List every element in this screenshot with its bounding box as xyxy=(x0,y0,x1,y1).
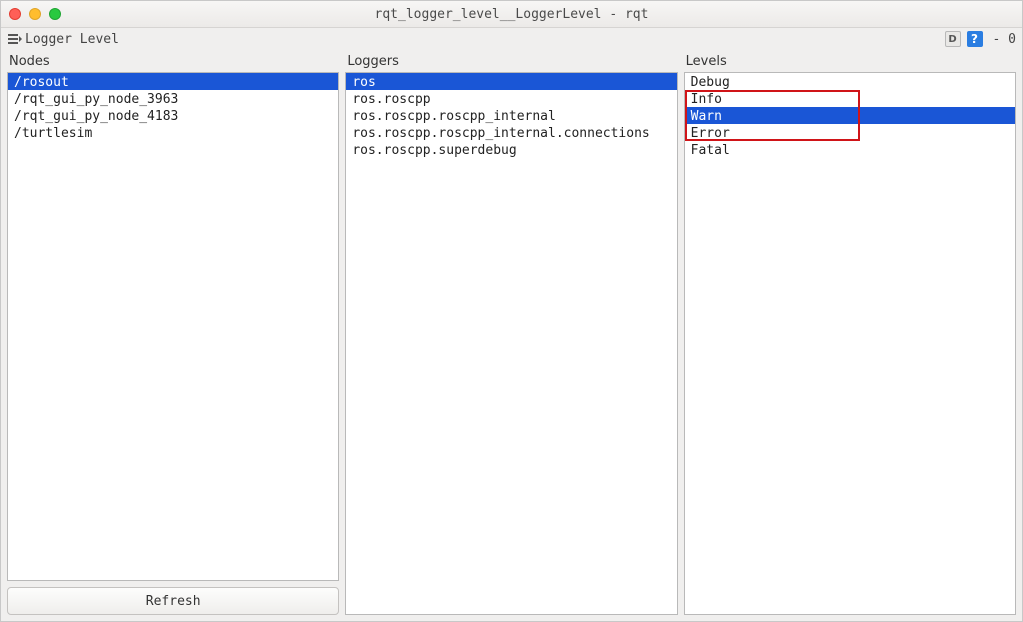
panel-levels: Levels DebugInfoWarnErrorFatal xyxy=(684,54,1016,615)
levels-list[interactable]: DebugInfoWarnErrorFatal xyxy=(685,73,1015,614)
nodes-listwrap: /rosout/rqt_gui_py_node_3963/rqt_gui_py_… xyxy=(7,72,339,581)
loggers-header: Loggers xyxy=(345,54,677,72)
nodes-header: Nodes xyxy=(7,54,339,72)
list-item[interactable]: ros.roscpp xyxy=(346,90,676,107)
list-item[interactable]: /rosout xyxy=(8,73,338,90)
toolbar-label: Logger Level xyxy=(25,32,119,47)
d-badge[interactable]: D xyxy=(945,31,961,47)
list-item[interactable]: ros.roscpp.superdebug xyxy=(346,141,676,158)
list-item[interactable]: Error xyxy=(685,124,1015,141)
list-item[interactable]: /turtlesim xyxy=(8,124,338,141)
panel-loggers: Loggers rosros.roscppros.roscpp.roscpp_i… xyxy=(345,54,677,615)
toolbar-right-text: - 0 xyxy=(989,32,1016,47)
close-icon[interactable] xyxy=(9,8,21,20)
levels-header: Levels xyxy=(684,54,1016,72)
traffic-lights xyxy=(9,8,61,20)
zoom-icon[interactable] xyxy=(49,8,61,20)
help-icon[interactable]: ? xyxy=(967,31,983,47)
list-item[interactable]: Warn xyxy=(685,107,1015,124)
window: rqt_logger_level__LoggerLevel - rqt Logg… xyxy=(0,0,1023,622)
refresh-button[interactable]: Refresh xyxy=(7,587,339,615)
minimize-icon[interactable] xyxy=(29,8,41,20)
list-item[interactable]: Fatal xyxy=(685,141,1015,158)
toolbar: Logger Level D ? - 0 xyxy=(1,28,1022,50)
levels-listwrap: DebugInfoWarnErrorFatal xyxy=(684,72,1016,615)
content: Nodes /rosout/rqt_gui_py_node_3963/rqt_g… xyxy=(1,50,1022,621)
list-item[interactable]: /rqt_gui_py_node_3963 xyxy=(8,90,338,107)
panel-nodes: Nodes /rosout/rqt_gui_py_node_3963/rqt_g… xyxy=(7,54,339,615)
list-item[interactable]: Info xyxy=(685,90,1015,107)
titlebar: rqt_logger_level__LoggerLevel - rqt xyxy=(1,1,1022,28)
loggers-list[interactable]: rosros.roscppros.roscpp.roscpp_internalr… xyxy=(346,73,676,614)
list-item[interactable]: ros xyxy=(346,73,676,90)
list-item[interactable]: /rqt_gui_py_node_4183 xyxy=(8,107,338,124)
logger-level-icon xyxy=(7,31,23,47)
window-title: rqt_logger_level__LoggerLevel - rqt xyxy=(1,7,1022,22)
nodes-list[interactable]: /rosout/rqt_gui_py_node_3963/rqt_gui_py_… xyxy=(8,73,338,580)
loggers-listwrap: rosros.roscppros.roscpp.roscpp_internalr… xyxy=(345,72,677,615)
list-item[interactable]: ros.roscpp.roscpp_internal xyxy=(346,107,676,124)
list-item[interactable]: ros.roscpp.roscpp_internal.connections xyxy=(346,124,676,141)
list-item[interactable]: Debug xyxy=(685,73,1015,90)
